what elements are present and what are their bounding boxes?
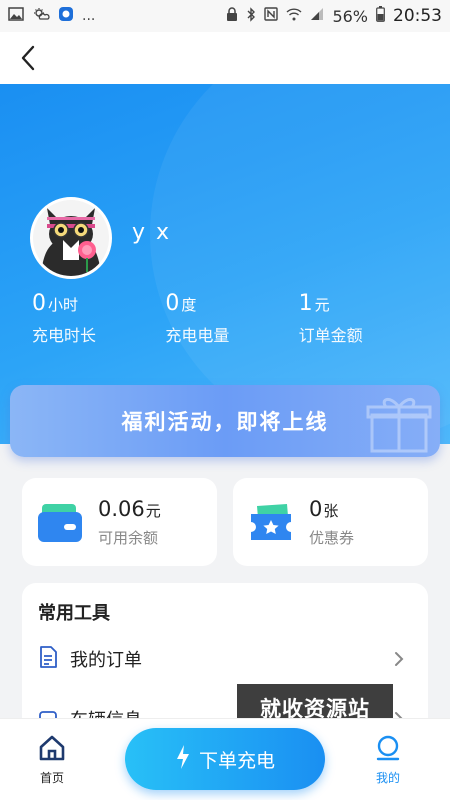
stat-unit: 度 xyxy=(181,296,197,314)
stat-charge-duration: 0 小时 充电时长 xyxy=(32,291,165,346)
status-right: 56% 20:53 xyxy=(226,6,442,26)
promo-banner[interactable]: 福利活动，即将上线 xyxy=(10,385,440,457)
coupon-unit: 张 xyxy=(323,501,339,520)
stat-value: 0 xyxy=(32,291,46,316)
lock-icon xyxy=(226,6,238,26)
chevron-right-icon xyxy=(394,651,404,671)
stat-label: 充电时长 xyxy=(32,326,97,345)
gallery-icon xyxy=(8,7,24,25)
home-icon xyxy=(38,735,66,765)
stat-unit: 小时 xyxy=(48,296,79,314)
status-dots: ... xyxy=(82,8,96,24)
status-bar: ... 56% 20:53 xyxy=(0,0,450,32)
balance-unit: 元 xyxy=(145,501,161,520)
lightning-icon xyxy=(175,744,191,774)
gift-icon xyxy=(364,393,434,457)
nfc-icon xyxy=(264,7,279,25)
balance-label: 可用余额 xyxy=(98,528,159,547)
stat-value: 1 xyxy=(298,291,313,316)
nav-mine[interactable]: 我的 xyxy=(374,735,402,786)
battery-icon xyxy=(376,6,385,26)
stat-value: 0 xyxy=(165,291,180,316)
tool-label: 我的订单 xyxy=(70,650,142,671)
wifi-icon xyxy=(286,7,302,25)
order-charge-button[interactable]: 下单充电 xyxy=(125,728,325,790)
stat-unit: 元 xyxy=(314,296,330,314)
balance-text: 0.06 元 可用余额 xyxy=(98,497,161,548)
avatar[interactable] xyxy=(30,197,112,279)
bluetooth-icon xyxy=(246,6,256,26)
battery-percent: 56% xyxy=(332,6,368,26)
back-arrow-icon[interactable] xyxy=(14,44,42,72)
tool-item-my-orders[interactable]: 我的订单 xyxy=(38,639,414,679)
weather-icon xyxy=(32,7,50,25)
order-charge-label: 下单充电 xyxy=(198,749,275,772)
user-icon xyxy=(374,735,402,765)
balance-value: 0.06 xyxy=(98,496,145,521)
nav-home[interactable]: 首页 xyxy=(38,735,66,786)
stats-row: 0 小时 充电时长 0 度 充电电量 1 元 订单金额 xyxy=(32,291,432,346)
nav-mine-label: 我的 xyxy=(375,771,400,785)
stat-label: 充电电量 xyxy=(165,326,230,345)
stat-label: 订单金额 xyxy=(298,326,363,345)
username: y x xyxy=(132,220,172,245)
tools-title: 常用工具 xyxy=(38,603,110,624)
signal-icon xyxy=(310,7,324,25)
balance-card[interactable]: 0.06 元 可用余额 xyxy=(22,478,217,566)
promo-text: 福利活动，即将上线 xyxy=(121,410,329,434)
wallet-icon xyxy=(36,498,84,546)
stat-order-amount: 1 元 订单金额 xyxy=(299,291,432,346)
coupon-icon xyxy=(247,498,295,546)
status-time: 20:53 xyxy=(393,6,442,26)
document-icon xyxy=(38,646,58,672)
coupon-text: 0 张 优惠券 xyxy=(309,497,354,548)
coupon-value: 0 xyxy=(309,496,323,521)
coupon-card[interactable]: 0 张 优惠券 xyxy=(233,478,428,566)
stat-charge-energy: 0 度 充电电量 xyxy=(165,291,298,346)
status-left: ... xyxy=(8,6,95,26)
coupon-label: 优惠券 xyxy=(309,528,355,547)
nav-home-label: 首页 xyxy=(39,771,64,785)
app-notification-icon xyxy=(58,6,74,26)
nav-bar xyxy=(0,32,450,84)
